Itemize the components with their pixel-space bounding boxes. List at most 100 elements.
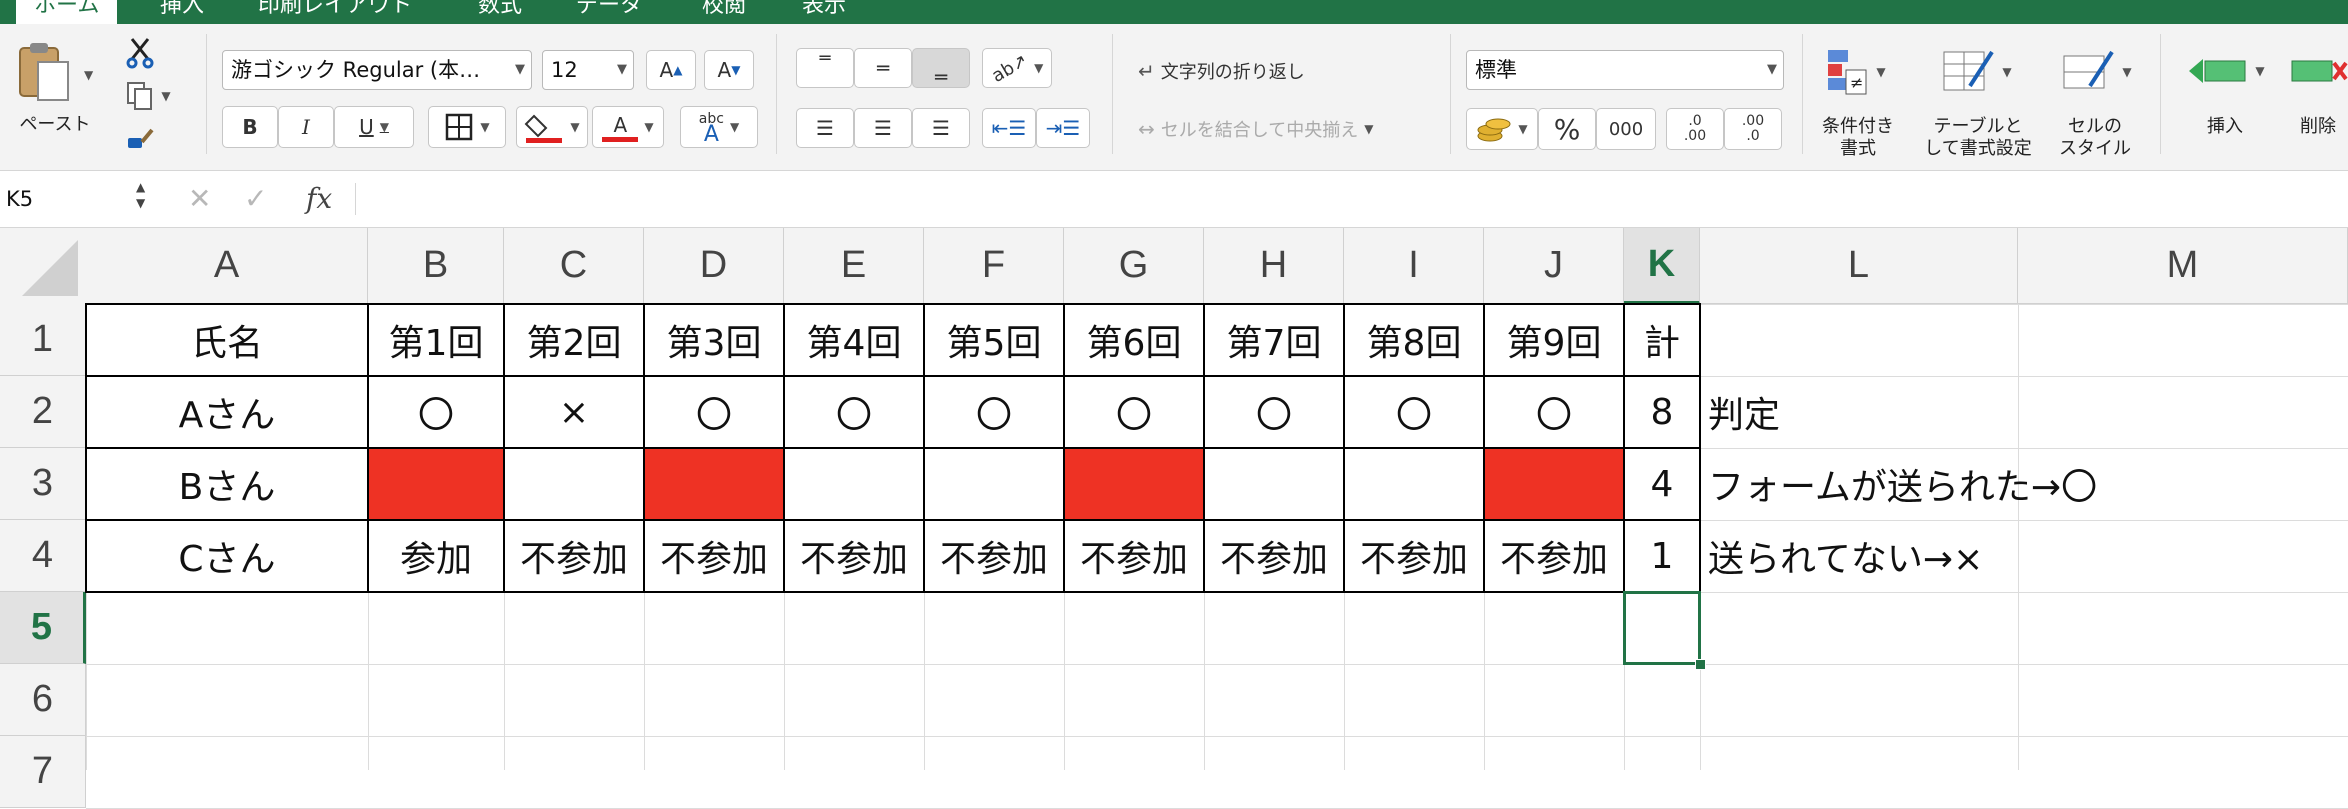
align-bottom-button[interactable]: ═: [912, 48, 970, 88]
cell-j1[interactable]: 第9回: [1483, 303, 1625, 377]
wrap-text-button[interactable]: ↵ 文字列の折り返し: [1138, 54, 1358, 88]
row-header-1[interactable]: 1: [0, 304, 86, 376]
format-as-table-button[interactable]: ▼: [1936, 44, 2016, 100]
cell-g1[interactable]: 第6回: [1063, 303, 1205, 377]
conditional-formatting-button[interactable]: ≠ ▼: [1820, 44, 1890, 100]
cell-d2[interactable]: 〇: [643, 375, 785, 449]
cell-d3[interactable]: [643, 447, 785, 521]
font-grow-button[interactable]: A ▲: [646, 50, 696, 90]
cell-d1[interactable]: 第3回: [643, 303, 785, 377]
name-box[interactable]: K5: [6, 179, 156, 219]
cell-j4[interactable]: 不参加: [1483, 519, 1625, 593]
decrease-indent-button[interactable]: ⇤☰: [982, 108, 1036, 148]
cut-button[interactable]: [120, 34, 160, 70]
cell-h3[interactable]: [1203, 447, 1345, 521]
enter-icon[interactable]: ✓: [244, 179, 267, 219]
row-header-5[interactable]: 5: [0, 592, 86, 664]
row-header-4[interactable]: 4: [0, 520, 86, 592]
paste-button[interactable]: [14, 40, 74, 102]
align-top-button[interactable]: ═: [796, 48, 854, 88]
merge-center-button[interactable]: ↔ セルを結合して中央揃え ▼: [1138, 112, 1438, 146]
cell-b1[interactable]: 第1回: [367, 303, 505, 377]
column-header-k[interactable]: K: [1624, 228, 1700, 304]
column-header-j[interactable]: J: [1484, 228, 1624, 304]
tab-review[interactable]: 校閲: [702, 0, 746, 24]
cell-b2[interactable]: 〇: [367, 375, 505, 449]
active-cell-outline[interactable]: [1623, 591, 1701, 665]
column-header-g[interactable]: G: [1064, 228, 1204, 304]
row-header-2[interactable]: 2: [0, 376, 86, 448]
cell-e3[interactable]: [783, 447, 925, 521]
align-middle-button[interactable]: ═: [854, 48, 912, 88]
format-painter-button[interactable]: [120, 122, 160, 158]
cell-i1[interactable]: 第8回: [1343, 303, 1485, 377]
align-center-button[interactable]: ☰: [854, 108, 912, 148]
cancel-icon[interactable]: ✕: [188, 179, 211, 219]
column-header-d[interactable]: D: [644, 228, 784, 304]
cell-g3[interactable]: [1063, 447, 1205, 521]
row-header-7[interactable]: 7: [0, 736, 86, 808]
fill-color-button[interactable]: ▼: [516, 106, 588, 148]
cell-e4[interactable]: 不参加: [783, 519, 925, 593]
align-right-button[interactable]: ☰: [912, 108, 970, 148]
cell-k2[interactable]: 8: [1623, 375, 1701, 449]
cell-a1[interactable]: 氏名: [85, 303, 369, 377]
cell-l3[interactable]: フォームが送られた→〇: [1700, 448, 2097, 520]
column-header-b[interactable]: B: [368, 228, 504, 304]
paste-dropdown-icon[interactable]: ▼: [84, 64, 93, 86]
cell-i3[interactable]: [1343, 447, 1485, 521]
cell-i2[interactable]: 〇: [1343, 375, 1485, 449]
cell-d4[interactable]: 不参加: [643, 519, 785, 593]
phonetic-button[interactable]: abc A ▼: [680, 106, 758, 148]
tab-data[interactable]: データ: [576, 0, 642, 24]
worksheet-grid[interactable]: ABCDEFGHIJKLM 1234567 氏名 第1回 第2回 第3回 第4回 第5回第…: [0, 228, 2348, 809]
tab-insert[interactable]: 挿入: [160, 0, 204, 24]
column-header-i[interactable]: I: [1344, 228, 1484, 304]
column-header-m[interactable]: M: [2018, 228, 2348, 304]
cell-styles-button[interactable]: ▼: [2056, 44, 2136, 100]
bold-button[interactable]: B: [222, 106, 278, 148]
cell-f3[interactable]: [923, 447, 1065, 521]
comma-style-button[interactable]: 000: [1596, 108, 1656, 150]
row-header-6[interactable]: 6: [0, 664, 86, 736]
column-header-l[interactable]: L: [1700, 228, 2018, 304]
currency-button[interactable]: ▼: [1466, 108, 1538, 150]
cell-k1[interactable]: 計: [1623, 303, 1701, 377]
font-color-button[interactable]: A ▼: [592, 106, 664, 148]
increase-decimal-button[interactable]: .0 .00: [1666, 108, 1724, 150]
cell-c2[interactable]: ×: [503, 375, 645, 449]
align-left-button[interactable]: ☰: [796, 108, 854, 148]
cell-h1[interactable]: 第7回: [1203, 303, 1345, 377]
cell-l4[interactable]: 送られてない→×: [1700, 520, 2018, 592]
name-box-spinner-icon[interactable]: ▲ ▼: [136, 179, 145, 211]
column-header-e[interactable]: E: [784, 228, 924, 304]
cell-h4[interactable]: 不参加: [1203, 519, 1345, 593]
font-shrink-button[interactable]: A ▼: [704, 50, 754, 90]
copy-button[interactable]: ▼: [120, 78, 176, 114]
cell-b4[interactable]: 参加: [367, 519, 505, 593]
cell-l2[interactable]: 判定: [1700, 376, 2018, 448]
cell-j3[interactable]: [1483, 447, 1625, 521]
fill-handle[interactable]: [1695, 659, 1706, 670]
column-header-f[interactable]: F: [924, 228, 1064, 304]
cell-g4[interactable]: 不参加: [1063, 519, 1205, 593]
column-header-a[interactable]: A: [86, 228, 368, 304]
cell-j2[interactable]: 〇: [1483, 375, 1625, 449]
percent-button[interactable]: %: [1538, 108, 1596, 150]
cell-i4[interactable]: 不参加: [1343, 519, 1485, 593]
cell-a3[interactable]: Bさん: [85, 447, 369, 521]
cell-a2[interactable]: Aさん: [85, 375, 369, 449]
font-size-select[interactable]: 12 ▼: [542, 50, 634, 90]
select-all-corner[interactable]: [0, 228, 87, 305]
delete-cells-button[interactable]: [2290, 46, 2348, 96]
cell-k4[interactable]: 1: [1623, 519, 1701, 593]
column-header-c[interactable]: C: [504, 228, 644, 304]
tab-home[interactable]: ホーム: [16, 0, 118, 24]
tab-page-layout[interactable]: 印刷レイアウト: [258, 0, 412, 24]
cell-f2[interactable]: 〇: [923, 375, 1065, 449]
cell-e1[interactable]: 第4回: [783, 303, 925, 377]
italic-button[interactable]: I: [278, 106, 334, 148]
cell-f1[interactable]: 第5回: [923, 303, 1065, 377]
cell-b3[interactable]: [367, 447, 505, 521]
formula-input[interactable]: [366, 179, 2326, 219]
